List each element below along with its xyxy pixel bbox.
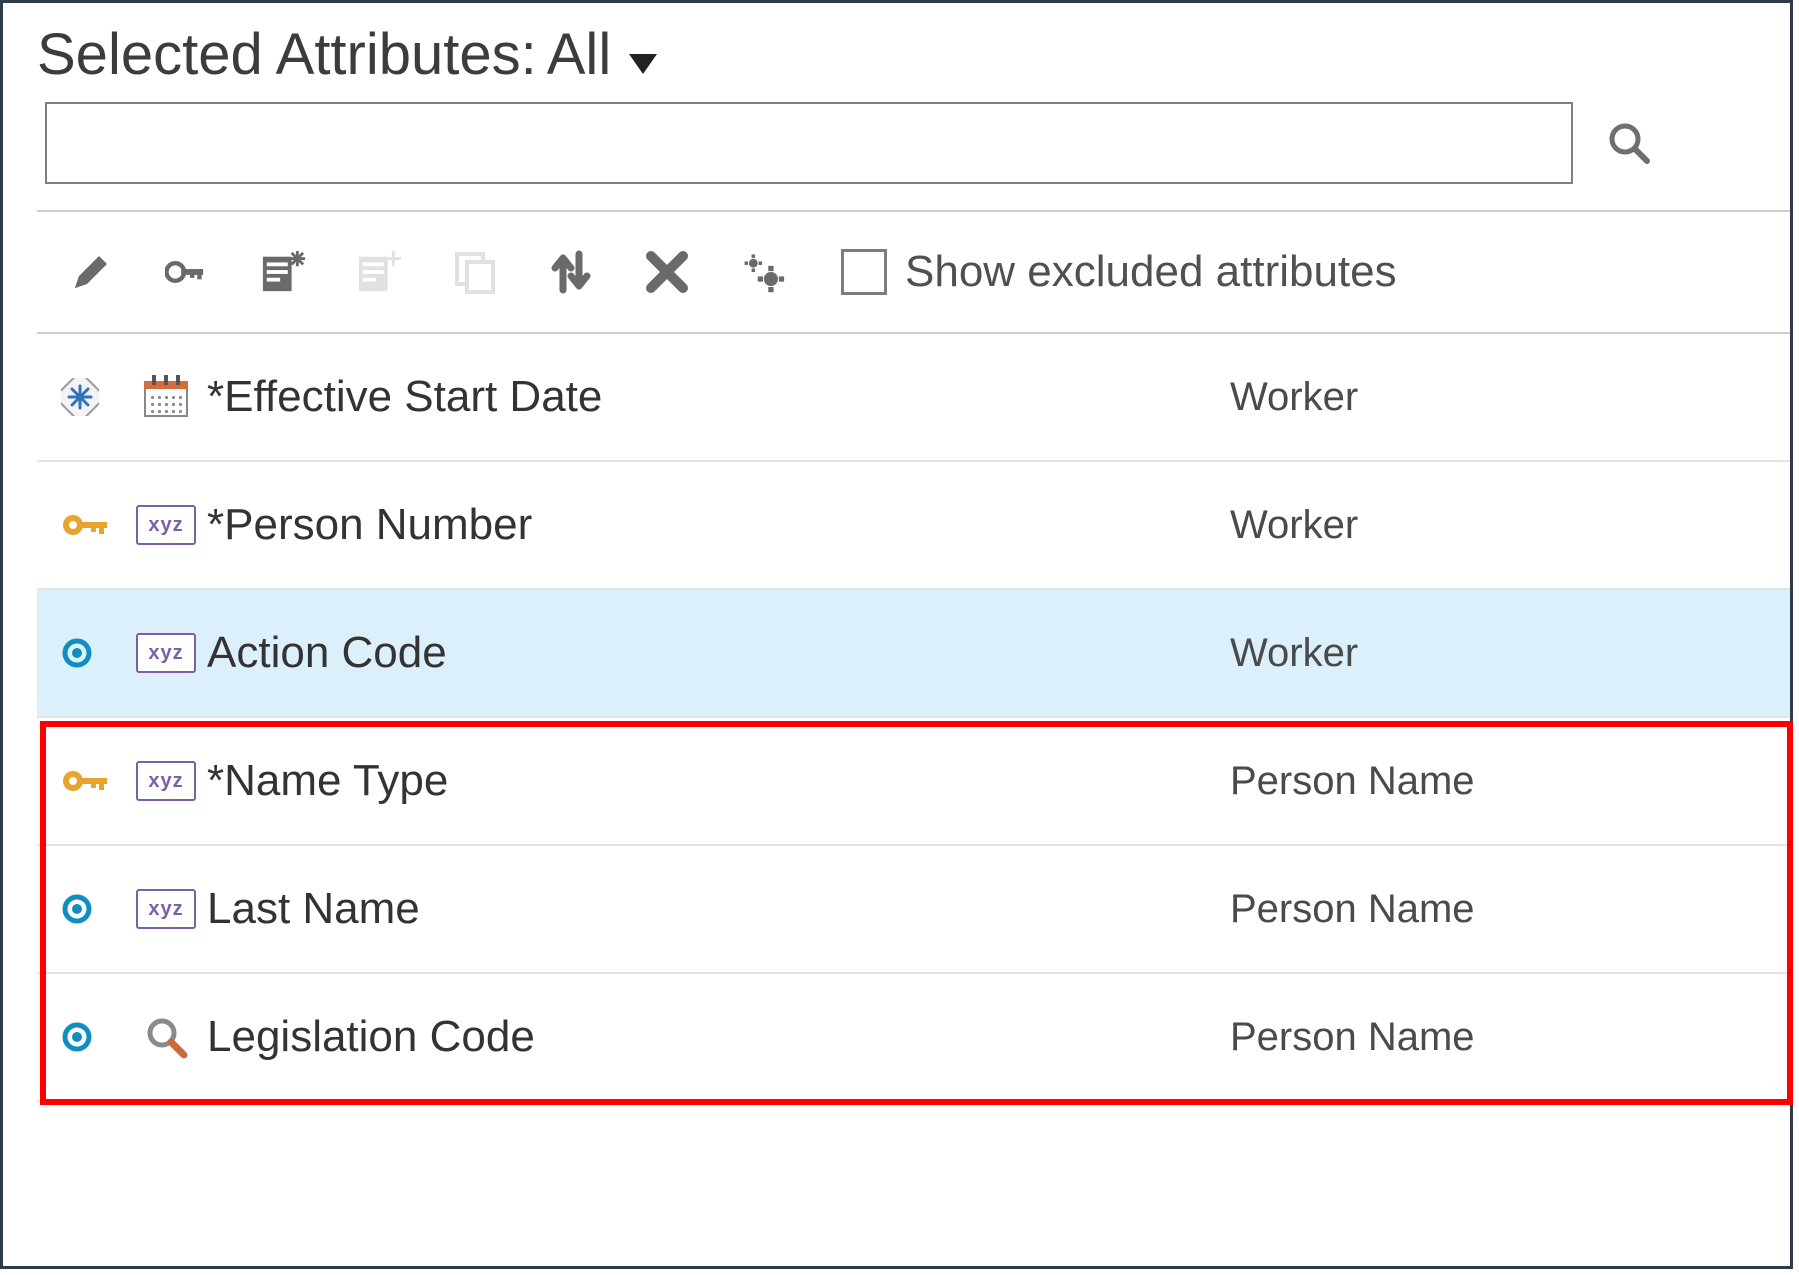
type-lookup-icon [125,1015,207,1059]
panel-selection-value: All [547,21,611,88]
panel-title: Selected Attributes: [37,21,537,88]
attribute-label: *Name Type [207,756,1230,806]
show-excluded-checkbox[interactable]: Show excluded attributes [841,247,1397,297]
attribute-row[interactable]: xyz *Person Number Worker [37,462,1790,590]
attribute-label: Action Code [207,628,1230,678]
search-row [3,102,1790,184]
attribute-row[interactable]: xyz Last Name Person Name [37,846,1790,974]
status-radio-icon [37,637,125,669]
reorder-button[interactable] [549,250,593,294]
search-input[interactable] [45,102,1573,184]
attribute-group: Person Name [1230,887,1790,932]
type-text-icon: xyz [125,505,207,545]
checkbox-icon [841,249,887,295]
status-radio-icon [37,1021,125,1053]
attribute-list: *Effective Start Date Worker xyz *Person… [37,332,1790,1102]
type-text-icon: xyz [125,761,207,801]
attribute-row[interactable]: *Effective Start Date Worker [37,334,1790,462]
attribute-group: Person Name [1230,759,1790,804]
status-key-icon [37,767,125,795]
status-radio-icon [37,893,125,925]
edit-button[interactable] [69,250,113,294]
copy-button [453,250,497,294]
key-button[interactable] [165,250,209,294]
attribute-row[interactable]: xyz Action Code Worker [37,590,1790,718]
type-text-icon: xyz [125,889,207,929]
attribute-label: *Person Number [207,500,1230,550]
attribute-label: Legislation Code [207,1012,1230,1062]
toolbar: Show excluded attributes [3,212,1790,332]
search-icon[interactable] [1607,121,1651,165]
selected-attributes-panel: Selected Attributes: All [0,0,1793,1269]
attribute-group: Worker [1230,503,1790,548]
attribute-label: Last Name [207,884,1230,934]
status-key-icon [37,511,125,539]
attribute-row[interactable]: xyz *Name Type Person Name [37,718,1790,846]
attribute-row[interactable]: Legislation Code Person Name [37,974,1790,1102]
settings-button[interactable] [741,250,785,294]
panel-header[interactable]: Selected Attributes: All [3,3,1790,96]
attribute-group: Worker [1230,631,1790,676]
status-required-icon [37,378,125,416]
new-object-button-disabled [357,250,401,294]
show-excluded-label: Show excluded attributes [905,247,1397,297]
attribute-label: *Effective Start Date [207,372,1230,422]
attribute-group: Worker [1230,375,1790,420]
type-date-icon [125,377,207,417]
type-text-icon: xyz [125,633,207,673]
new-object-button[interactable] [261,250,305,294]
attribute-group: Person Name [1230,1015,1790,1060]
dropdown-caret-icon[interactable] [629,54,657,74]
remove-button[interactable] [645,250,689,294]
